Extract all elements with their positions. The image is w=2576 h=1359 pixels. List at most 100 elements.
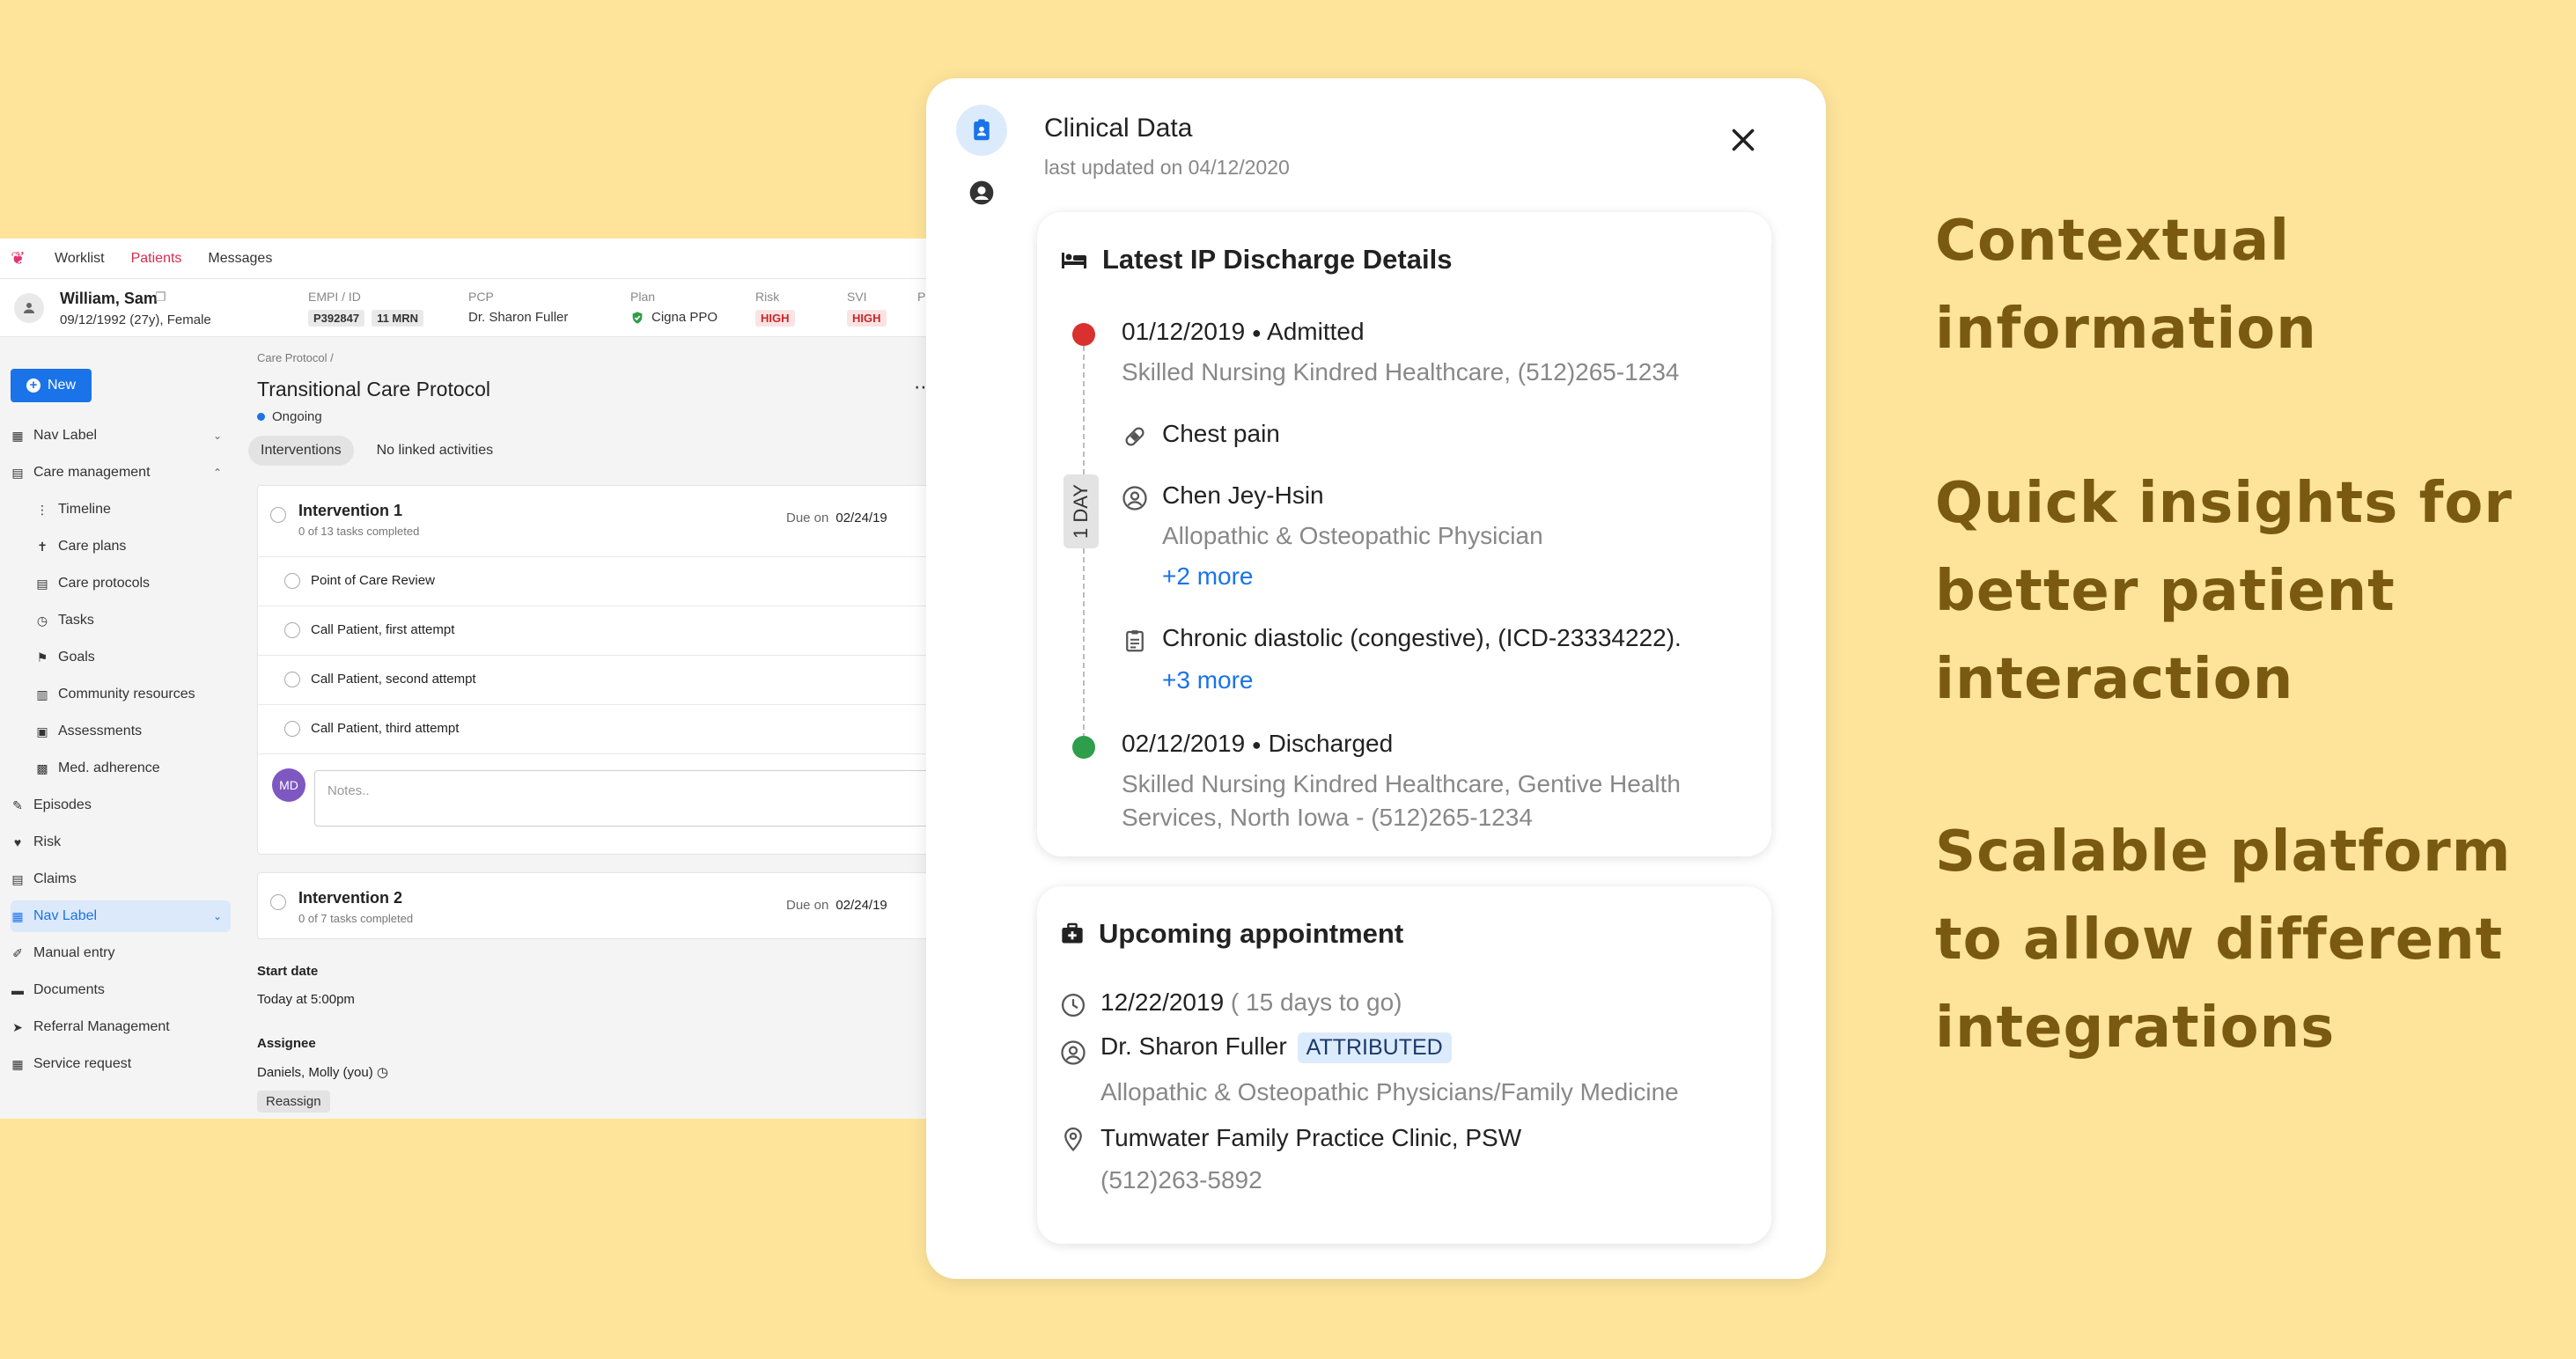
notes-row: MD Notes.. <box>258 753 926 854</box>
plus-icon: + <box>26 378 40 393</box>
appointment-doctor: Dr. Sharon Fuller ATTRIBUTED <box>1100 1032 1452 1064</box>
plan-field: Plan Cigna PPO <box>630 290 718 325</box>
sidebar-item-episodes[interactable]: ✎ Episodes <box>11 790 231 821</box>
assignee-label: Assignee <box>257 1036 316 1051</box>
nav-messages[interactable]: Messages <box>208 251 272 267</box>
physician-name: Chen Jey-Hsin <box>1162 481 1324 509</box>
modal-icon-rail <box>956 105 1007 211</box>
task-row[interactable]: Call Patient, third attempt <box>258 704 926 753</box>
task-row[interactable]: Call Patient, second attempt <box>258 655 926 704</box>
close-icon[interactable] <box>1727 124 1759 156</box>
task-checkbox[interactable] <box>284 573 300 589</box>
headline-scalable: Scalable platform to allow different int… <box>1935 819 2512 1061</box>
clipboard-icon: ▣ <box>36 724 48 738</box>
notes-input[interactable]: Notes.. <box>314 770 926 826</box>
discharged-facility-line-2: Services, North Iowa - (512)265-1234 <box>1122 804 1533 831</box>
plan-value: Cigna PPO <box>651 310 718 325</box>
modal-title: Clinical Data <box>1044 114 1193 143</box>
sidebar-item-service-request[interactable]: ▦ Service request <box>11 1048 231 1080</box>
start-date-value: Today at 5:00pm <box>257 992 355 1007</box>
status-badge: Ongoing <box>257 409 322 424</box>
account-circle-icon <box>1061 1040 1086 1065</box>
appointment-panel: Upcoming appointment 12/22/2019 ( 15 day… <box>1037 886 1771 1244</box>
intervention-progress: 0 of 7 tasks completed <box>298 912 414 925</box>
headline-contextual: Contextual information <box>1935 209 2317 362</box>
sidebar-item-care-management[interactable]: ▤ Care management ⌃ <box>11 457 231 489</box>
logo-icon: ❦ <box>11 248 26 268</box>
shield-check-icon <box>632 311 643 324</box>
sidebar-item-risk[interactable]: ♥ Risk <box>11 826 231 858</box>
task-checkbox[interactable] <box>284 672 300 687</box>
sidebar-item-community-resources[interactable]: ▥ Community resources <box>35 679 231 710</box>
task-row[interactable]: Point of Care Review <box>258 556 926 606</box>
diagnosis: Chronic diastolic (congestive), (ICD-233… <box>1162 624 1682 651</box>
claims-icon: ▤ <box>11 871 24 886</box>
task-checkbox[interactable] <box>284 721 300 737</box>
breadcrumb[interactable]: Care Protocol / <box>257 351 334 364</box>
tab-bar: Interventions No linked activities <box>248 436 505 466</box>
list-icon: ▤ <box>36 576 48 591</box>
nav-patients[interactable]: Patients <box>131 251 182 267</box>
sidebar-item-goals[interactable]: ⚑ Goals <box>35 642 231 673</box>
sidebar-item-care-protocols[interactable]: ▤ Care protocols <box>35 568 231 599</box>
new-button[interactable]: + New <box>11 369 92 402</box>
main-content: Care Protocol / Transitional Care Protoc… <box>248 337 926 1119</box>
patient-name[interactable]: William, Sam <box>60 290 158 308</box>
intervention-checkbox[interactable] <box>270 894 286 910</box>
intervention-checkbox[interactable] <box>270 507 286 523</box>
nav-worklist[interactable]: Worklist <box>55 251 105 267</box>
grid-icon: ▦ <box>11 1056 24 1071</box>
clock-icon <box>1062 994 1085 1017</box>
patient-bar: William, Sam ❐ 09/12/1992 (27y), Female … <box>0 279 926 337</box>
location-pin-icon <box>1064 1128 1082 1152</box>
clipboard-icon <box>1126 630 1144 652</box>
folder-icon: ▬ <box>11 983 24 997</box>
sidebar-item-documents[interactable]: ▬ Documents <box>11 974 231 1006</box>
tab-interventions[interactable]: Interventions <box>248 436 354 466</box>
avatar[interactable] <box>14 293 44 323</box>
account-circle-icon <box>1122 486 1147 511</box>
svi-field: SVI HIGH <box>847 290 887 327</box>
sidebar-item-timeline[interactable]: ⋮ Timeline <box>35 494 231 525</box>
clinical-data-modal: Clinical Data last updated on 04/12/2020… <box>926 78 1826 1279</box>
copy-icon[interactable]: ❐ <box>155 290 166 305</box>
intervention-title[interactable]: Intervention 1 <box>298 502 402 520</box>
physician-specialty: Allopathic & Osteopathic Physician <box>1162 522 1543 549</box>
sidebar-item-referral-management[interactable]: ➤ Referral Management <box>11 1011 231 1043</box>
reassign-button[interactable]: Reassign <box>257 1091 330 1113</box>
headline-quick-insights: Quick insights for better patient intera… <box>1935 471 2513 712</box>
appointment-heading: Upcoming appointment <box>1060 918 1403 950</box>
sidebar-item-med-adherence[interactable]: ▩ Med. adherence <box>35 753 231 784</box>
account-circle-icon[interactable] <box>968 179 996 207</box>
app-window: ❦ Worklist Patients Messages William, Sa… <box>0 239 926 1119</box>
intervention-title[interactable]: Intervention 2 <box>298 889 402 907</box>
task-row[interactable]: Call Patient, first attempt <box>258 606 926 655</box>
sidebar-item-care-plans[interactable]: ✝ Care plans <box>35 531 231 562</box>
physician-more-link[interactable]: +2 more <box>1162 562 1254 591</box>
sidebar-item-claims[interactable]: ▤ Claims <box>11 863 231 895</box>
patient-dob: 09/12/1992 (27y), Female <box>60 312 211 327</box>
discharged-facility-line-1: Skilled Nursing Kindred Healthcare, Gent… <box>1122 770 1681 797</box>
clipboard-user-icon[interactable] <box>956 105 1007 156</box>
task-checkbox[interactable] <box>284 622 300 638</box>
sidebar-item-nav-label-selected[interactable]: ▦ Nav Label ⌄ <box>11 900 231 932</box>
appointment-specialty: Allopathic & Osteopathic Physicians/Fami… <box>1100 1078 1679 1106</box>
sidebar-item-manual-entry[interactable]: ✐ Manual entry <box>11 937 231 969</box>
flag-icon: ⚑ <box>36 650 48 665</box>
discharge-panel: Latest IP Discharge Details 1 DAY 01/12/… <box>1037 212 1771 856</box>
building-icon: ▥ <box>36 687 48 702</box>
status-dot <box>257 413 265 421</box>
medical-bag-icon <box>1062 922 1083 944</box>
sidebar-item-nav-label[interactable]: ▦ Nav Label ⌄ <box>11 420 231 452</box>
appointment-location: Tumwater Family Practice Clinic, PSW <box>1100 1124 1522 1151</box>
appointment-date: 12/22/2019 ( 15 days to go) <box>1100 988 1402 1016</box>
edit-icon: ✐ <box>12 945 23 960</box>
pill-icon: ▩ <box>36 760 48 775</box>
risk-field: Risk HIGH <box>755 290 795 327</box>
inbox-icon: ▤ <box>11 465 24 480</box>
tab-no-linked-activities[interactable]: No linked activities <box>364 436 506 466</box>
sidebar-item-assessments[interactable]: ▣ Assessments <box>35 716 231 747</box>
more-menu-icon[interactable]: ⋯ <box>914 376 926 399</box>
diagnosis-more-link[interactable]: +3 more <box>1162 666 1254 694</box>
sidebar-item-tasks[interactable]: ◷ Tasks <box>35 605 231 636</box>
